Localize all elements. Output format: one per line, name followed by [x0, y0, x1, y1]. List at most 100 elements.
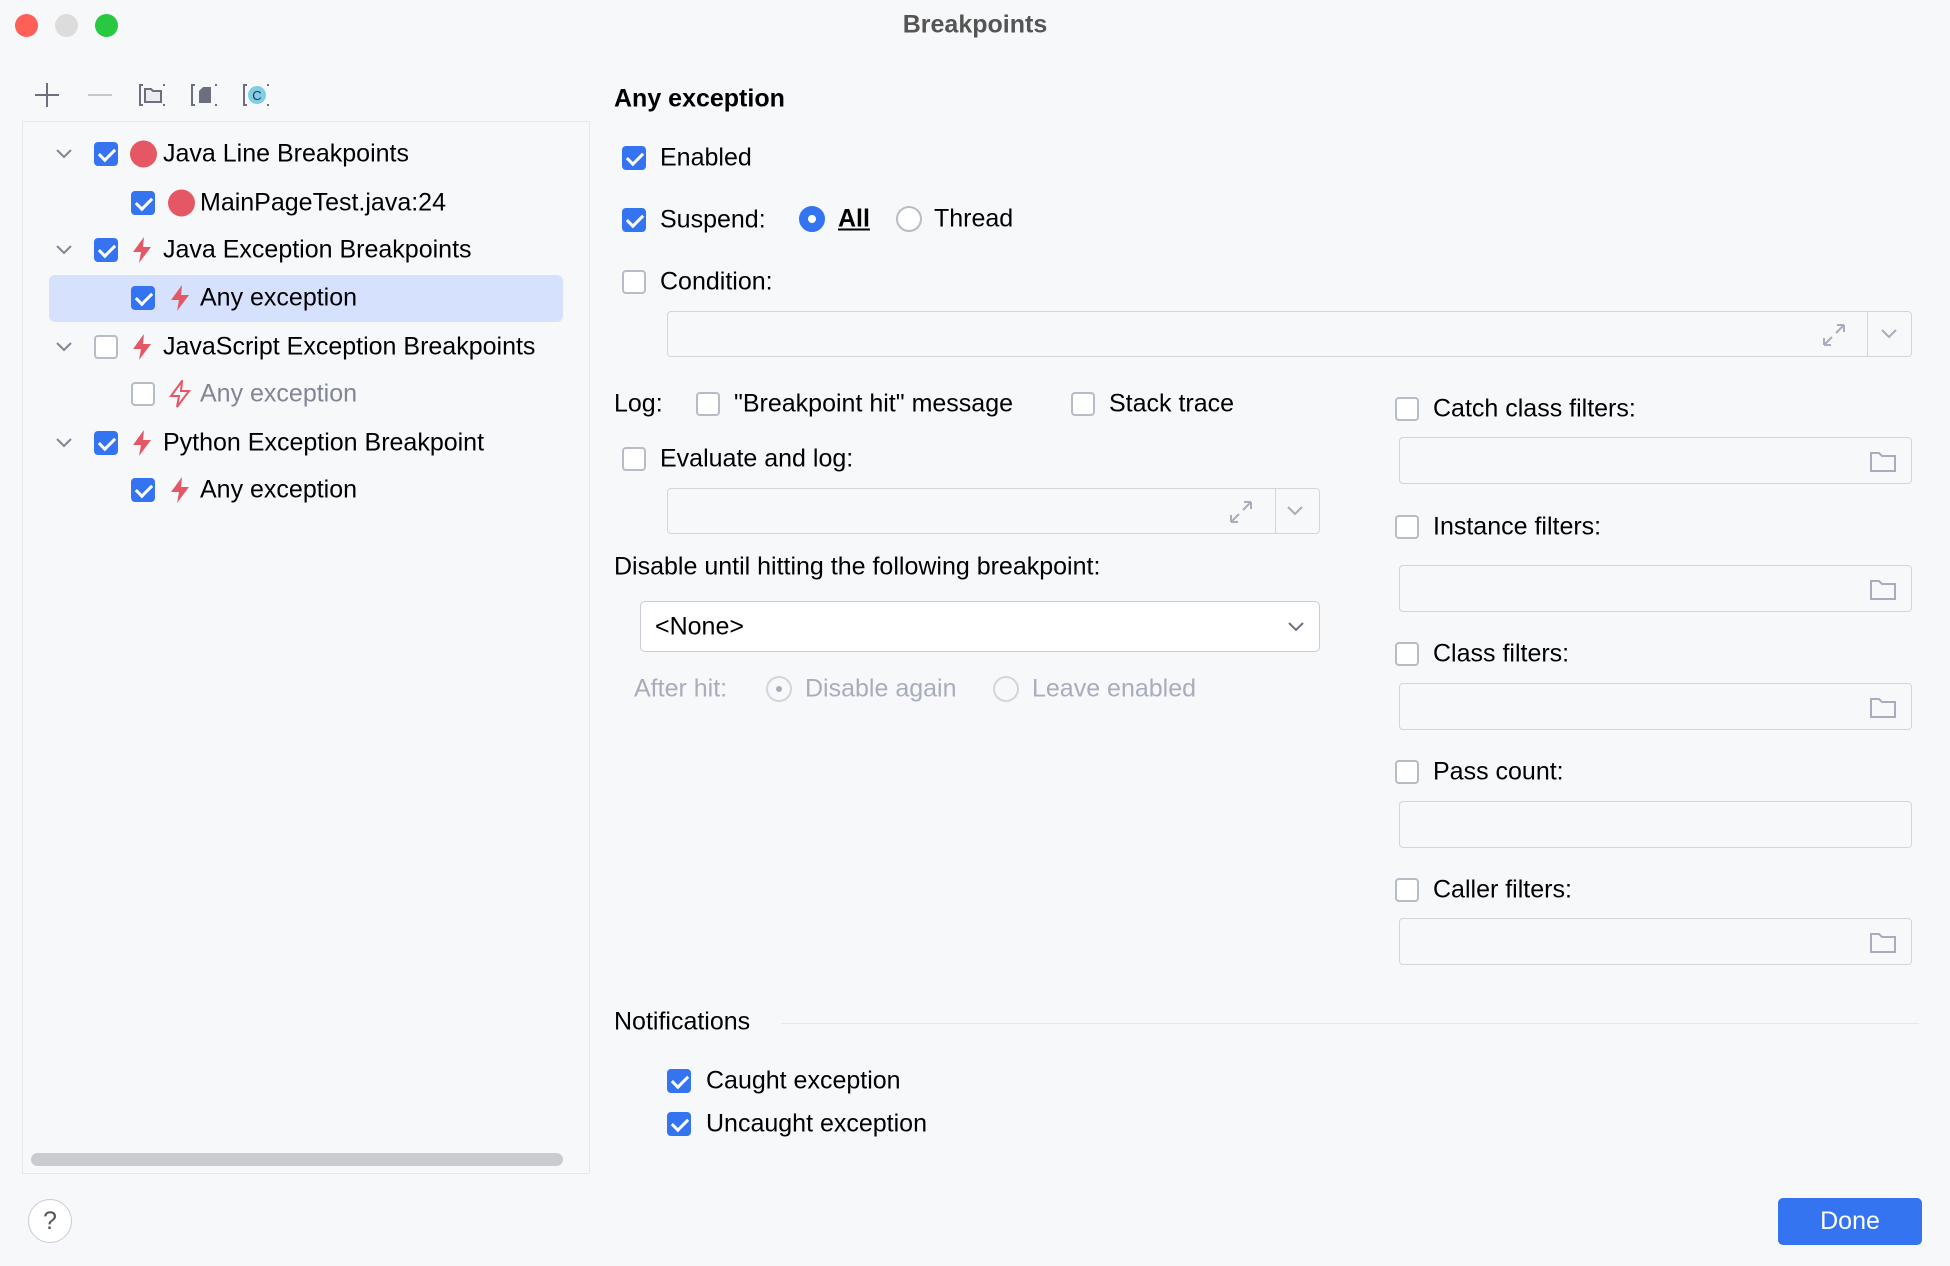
enabled-checkbox[interactable] — [622, 146, 646, 170]
tree-item-label[interactable]: Any exception — [200, 476, 357, 505]
folder-icon[interactable] — [1870, 450, 1896, 472]
done-button[interactable]: Done — [1778, 1198, 1922, 1245]
group-by-folder-icon[interactable] — [139, 82, 165, 108]
tree-item-checkbox[interactable] — [94, 335, 118, 359]
instance-filters-input[interactable] — [1399, 565, 1912, 612]
suspend-all-radio[interactable] — [799, 206, 825, 232]
tree-item-checkbox[interactable] — [94, 238, 118, 262]
class-filters-label: Class filters: — [1433, 639, 1570, 668]
condition-checkbox[interactable] — [622, 270, 646, 294]
help-icon: ? — [43, 1206, 57, 1235]
log-message-checkbox[interactable] — [696, 392, 720, 416]
suspend-all-label: All — [838, 204, 870, 233]
done-label: Done — [1820, 1207, 1880, 1235]
suspend-checkbox[interactable] — [622, 208, 646, 232]
class-glyph: C — [252, 88, 261, 103]
lightning-bolt-icon — [133, 430, 151, 456]
chevron-down-icon[interactable] — [55, 148, 73, 160]
leave-enabled-radio[interactable] — [993, 676, 1019, 702]
caught-exception-label: Caught exception — [706, 1066, 901, 1095]
notifications-heading: Notifications — [614, 1007, 751, 1036]
catch-filters-input[interactable] — [1399, 437, 1912, 484]
disable-until-select[interactable]: <None> — [640, 601, 1320, 652]
help-button[interactable]: ? — [28, 1199, 72, 1243]
close-window-button[interactable] — [15, 14, 38, 37]
tree-item-checkbox[interactable] — [131, 286, 155, 310]
disable-again-radio[interactable] — [766, 676, 792, 702]
enabled-label: Enabled — [660, 143, 752, 172]
tree-item-label[interactable]: Any exception — [200, 284, 357, 313]
chevron-down-icon[interactable] — [55, 437, 73, 449]
tree-item-label[interactable]: Java Exception Breakpoints — [163, 236, 472, 265]
disable-again-label: Disable again — [805, 674, 957, 703]
chevron-down-icon[interactable] — [55, 244, 73, 256]
add-icon[interactable] — [34, 82, 60, 108]
tree-item-label[interactable]: JavaScript Exception Breakpoints — [163, 333, 535, 362]
tree-item-checkbox[interactable] — [94, 431, 118, 455]
minimize-window-button[interactable] — [55, 14, 78, 37]
window-title: Breakpoints — [902, 10, 1048, 39]
breakpoint-dot-icon — [168, 189, 195, 217]
folder-icon[interactable] — [1870, 578, 1896, 600]
log-message-label: "Breakpoint hit" message — [734, 389, 1014, 418]
lightning-bolt-icon — [171, 285, 189, 311]
uncaught-exception-label: Uncaught exception — [706, 1109, 927, 1138]
stack-trace-label: Stack trace — [1109, 389, 1235, 418]
suspend-label: Suspend: — [660, 205, 766, 234]
evaluate-log-input[interactable] — [667, 488, 1320, 534]
lightning-bolt-icon — [169, 380, 191, 408]
class-filters-input[interactable] — [1399, 683, 1912, 730]
tree-horizontal-scrollbar[interactable] — [31, 1153, 563, 1166]
chevron-down-icon[interactable] — [55, 341, 73, 353]
notifications-divider — [781, 1023, 1919, 1024]
chevron-down-icon — [1288, 622, 1304, 632]
lightning-bolt-icon — [133, 334, 151, 360]
suspend-thread-radio[interactable] — [896, 206, 922, 232]
expand-icon[interactable] — [1821, 322, 1847, 348]
tree-item-label[interactable]: Any exception — [200, 380, 357, 409]
disable-until-value: <None> — [655, 612, 744, 641]
tree-item-checkbox[interactable] — [94, 142, 118, 166]
tree-item-label[interactable]: Python Exception Breakpoint — [163, 429, 484, 458]
caller-filters-checkbox[interactable] — [1395, 878, 1419, 902]
group-by-file-icon[interactable] — [191, 82, 217, 108]
class-filters-checkbox[interactable] — [1395, 642, 1419, 666]
disable-until-label: Disable until hitting the following brea… — [614, 552, 1101, 581]
pass-count-input[interactable] — [1399, 801, 1912, 848]
log-label: Log: — [614, 389, 663, 418]
caller-filters-label: Caller filters: — [1433, 875, 1572, 904]
after-hit-label: After hit: — [634, 674, 728, 703]
lightning-bolt-icon — [133, 237, 151, 263]
uncaught-exception-checkbox[interactable] — [667, 1112, 691, 1136]
pass-count-label: Pass count: — [1433, 757, 1564, 786]
group-by-class-icon[interactable]: C — [243, 82, 269, 108]
expand-icon[interactable] — [1228, 499, 1254, 525]
condition-label: Condition: — [660, 267, 773, 296]
breakpoint-dot-icon — [130, 140, 157, 168]
evaluate-log-checkbox[interactable] — [622, 447, 646, 471]
instance-filters-checkbox[interactable] — [1395, 515, 1419, 539]
folder-icon[interactable] — [1870, 696, 1896, 718]
instance-filters-label: Instance filters: — [1433, 512, 1602, 541]
lightning-bolt-icon — [171, 477, 189, 503]
suspend-thread-label: Thread — [934, 204, 1014, 233]
leave-enabled-label: Leave enabled — [1032, 674, 1197, 703]
chevron-down-icon[interactable] — [1880, 328, 1898, 340]
condition-input[interactable] — [667, 311, 1912, 357]
pass-count-checkbox[interactable] — [1395, 760, 1419, 784]
catch-filters-checkbox[interactable] — [1395, 397, 1419, 421]
tree-item-checkbox[interactable] — [131, 382, 155, 406]
stack-trace-checkbox[interactable] — [1071, 392, 1095, 416]
caught-exception-checkbox[interactable] — [667, 1069, 691, 1093]
chevron-down-icon[interactable] — [1286, 505, 1304, 517]
remove-icon[interactable] — [87, 82, 113, 108]
tree-item-checkbox[interactable] — [131, 191, 155, 215]
tree-item-checkbox[interactable] — [131, 478, 155, 502]
folder-icon[interactable] — [1870, 931, 1896, 953]
caller-filters-input[interactable] — [1399, 918, 1912, 965]
tree-item-label[interactable]: Java Line Breakpoints — [163, 140, 409, 169]
detail-heading: Any exception — [614, 84, 785, 113]
zoom-window-button[interactable] — [95, 14, 118, 37]
evaluate-log-label: Evaluate and log: — [660, 444, 854, 473]
tree-item-label[interactable]: MainPageTest.java:24 — [200, 189, 446, 218]
